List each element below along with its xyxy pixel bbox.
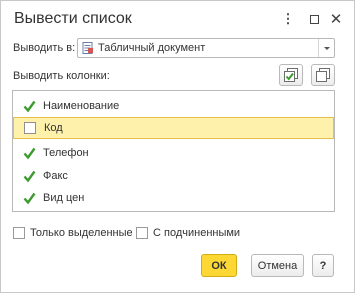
chevron-down-icon [323,46,330,50]
output-to-select[interactable]: Табличный документ [77,38,335,58]
output-to-value: Табличный документ [98,42,206,54]
list-item[interactable]: Телефон [13,142,334,164]
list-item[interactable]: Наименование [13,95,334,117]
output-to-label: Выводить в: [13,42,76,54]
columns-list: Наименование Код Телефон Факс Вид цен [12,90,335,212]
help-button[interactable]: ? [312,254,334,277]
checkbox-checked-icon[interactable] [23,170,36,183]
spreadsheet-icon [82,42,94,54]
columns-label: Выводить колонки: [13,70,110,82]
more-menu-icon[interactable]: ⋮ [279,10,297,28]
dialog-title: Вывести список [14,10,132,27]
close-icon[interactable]: ✕ [327,10,345,28]
list-item-label: Факс [43,170,68,182]
dialog-window: Вывести список ⋮ ✕ Выводить в: Табличный… [0,0,355,293]
dropdown-button[interactable] [318,39,334,57]
checkbox-checked-icon[interactable] [23,147,36,160]
list-item-label: Наименование [43,100,120,112]
only-selected-checkbox[interactable] [13,227,25,239]
uncheck-all-icon [316,68,330,82]
only-selected-option[interactable]: Только выделенные [13,227,133,239]
checkbox-checked-icon[interactable] [23,192,36,205]
maximize-icon[interactable] [305,10,323,28]
list-item-label: Код [44,122,63,134]
checkbox-unchecked-icon[interactable] [24,122,36,134]
cancel-button[interactable]: Отмена [251,254,304,277]
check-all-button[interactable] [279,64,303,86]
list-item-label: Телефон [43,147,89,159]
list-item[interactable]: Код [13,117,334,139]
with-children-checkbox[interactable] [136,227,148,239]
with-children-option[interactable]: С подчиненными [136,227,240,239]
ok-button[interactable]: ОК [201,254,237,277]
list-item-label: Вид цен [43,192,85,204]
list-item[interactable]: Факс [13,165,334,187]
only-selected-label: Только выделенные [30,227,133,239]
list-item[interactable]: Вид цен [13,187,334,209]
checkbox-checked-icon[interactable] [23,100,36,113]
check-all-icon [284,68,298,82]
with-children-label: С подчиненными [153,227,241,239]
uncheck-all-button[interactable] [311,64,335,86]
